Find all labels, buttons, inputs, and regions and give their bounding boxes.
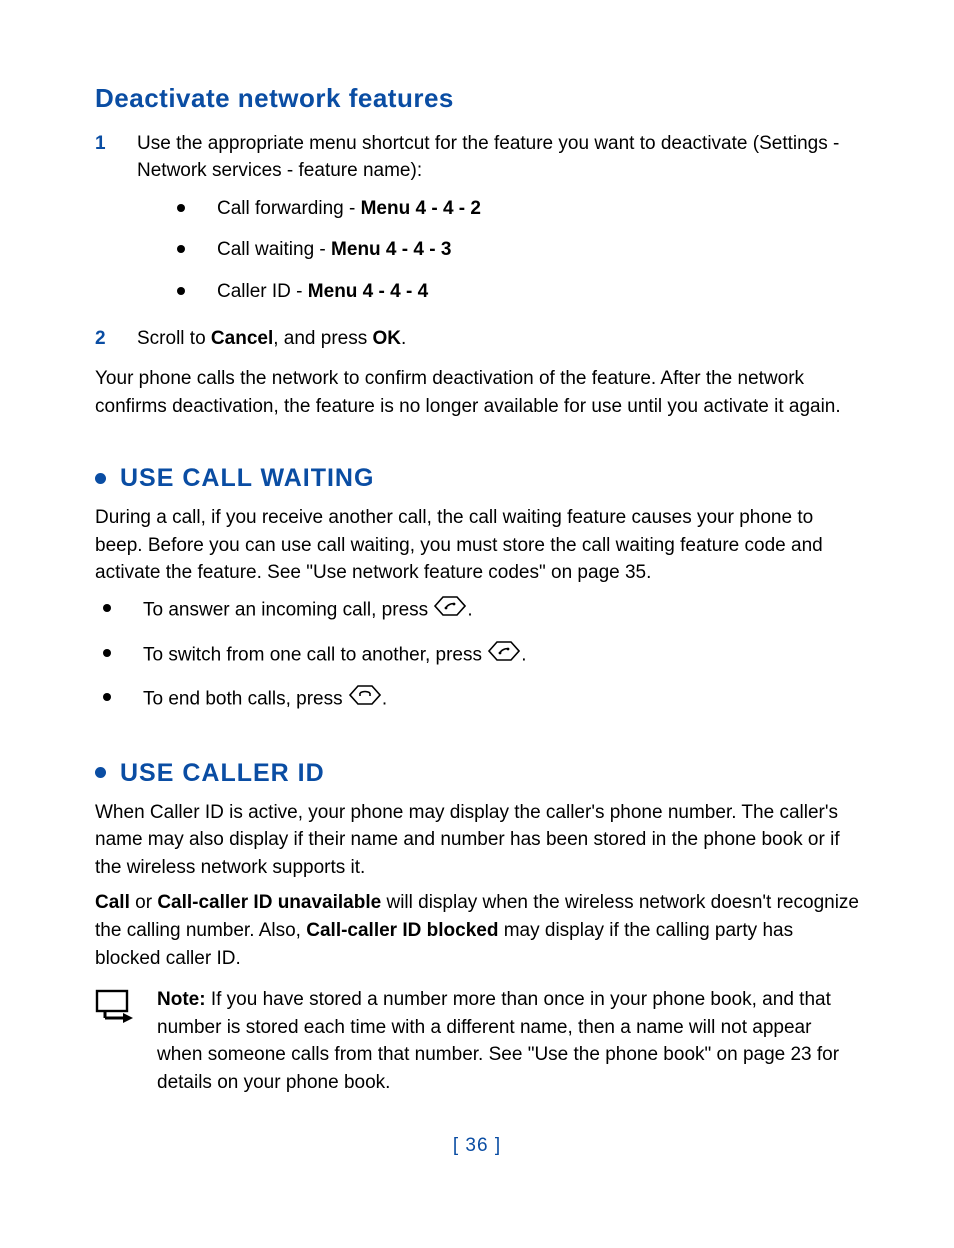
- unavailable-bold: Call-caller ID unavailable: [157, 892, 381, 913]
- action-text: To switch from one call to another, pres…: [143, 644, 487, 665]
- heading-call-waiting: USE CALL WAITING: [95, 460, 859, 496]
- note-arrow-icon: [95, 989, 139, 1032]
- heading-deactivate: Deactivate network features: [95, 80, 859, 118]
- step-2-number: 2: [95, 325, 137, 353]
- menu-shortcut: Menu 4 - 4 - 2: [361, 198, 481, 219]
- deactivate-feature-list: Call forwarding - Menu 4 - 4 - 2 Call wa…: [177, 195, 859, 306]
- action-text: To end both calls, press: [143, 688, 348, 709]
- step-2-body: Scroll to Cancel, and press OK.: [137, 325, 859, 353]
- list-item: To end both calls, press .: [103, 684, 859, 715]
- step-2-pre: Scroll to: [137, 328, 211, 349]
- bullet-icon: [103, 604, 111, 612]
- feature-label: Call waiting -: [217, 239, 331, 260]
- call-bold: Call: [95, 892, 130, 913]
- text-fragment: or: [130, 892, 157, 913]
- list-item: Call forwarding - Menu 4 - 4 - 2: [177, 195, 859, 223]
- bullet-icon: [103, 693, 111, 701]
- bullet-icon: [177, 287, 185, 295]
- call-key-icon: [488, 640, 520, 671]
- caller-id-display-info: Call or Call-caller ID unavailable will …: [95, 889, 859, 972]
- list-item: To answer an incoming call, press .: [103, 595, 859, 626]
- blocked-bold: Call-caller ID blocked: [306, 920, 498, 941]
- section-bullet-icon: [95, 473, 106, 484]
- page-number: [ 36 ]: [95, 1132, 859, 1160]
- step-1: 1 Use the appropriate menu shortcut for …: [95, 130, 859, 320]
- ok-label: OK: [373, 328, 402, 349]
- menu-shortcut: Menu 4 - 4 - 4: [308, 281, 428, 302]
- bullet-icon: [177, 204, 185, 212]
- heading-caller-id: USE CALLER ID: [95, 755, 859, 791]
- deactivate-steps: 1 Use the appropriate menu shortcut for …: [95, 130, 859, 353]
- action-post: .: [382, 688, 387, 709]
- feature-label: Caller ID -: [217, 281, 308, 302]
- note-content: Note: If you have stored a number more t…: [157, 986, 859, 1096]
- section-bullet-icon: [95, 767, 106, 778]
- cancel-label: Cancel: [211, 328, 273, 349]
- action-post: .: [521, 644, 526, 665]
- note-label: Note:: [157, 989, 206, 1010]
- call-key-icon: [434, 595, 466, 626]
- step-2: 2 Scroll to Cancel, and press OK.: [95, 325, 859, 353]
- note-body: If you have stored a number more than on…: [157, 989, 839, 1093]
- deactivate-explanation: Your phone calls the network to confirm …: [95, 365, 859, 420]
- call-waiting-intro: During a call, if you receive another ca…: [95, 504, 859, 587]
- step-1-body: Use the appropriate menu shortcut for th…: [137, 130, 859, 320]
- action-post: .: [467, 599, 472, 620]
- menu-shortcut: Menu 4 - 4 - 3: [331, 239, 451, 260]
- heading-caller-id-text: USE CALLER ID: [120, 755, 325, 791]
- caller-id-intro: When Caller ID is active, your phone may…: [95, 799, 859, 882]
- bullet-icon: [103, 649, 111, 657]
- list-item: Call waiting - Menu 4 - 4 - 3: [177, 236, 859, 264]
- step-1-number: 1: [95, 130, 137, 158]
- note-block: Note: If you have stored a number more t…: [95, 986, 859, 1096]
- call-waiting-actions: To answer an incoming call, press . To s…: [103, 595, 859, 715]
- bullet-icon: [177, 245, 185, 253]
- list-item: To switch from one call to another, pres…: [103, 640, 859, 671]
- step-2-post: .: [401, 328, 406, 349]
- end-key-icon: [349, 684, 381, 715]
- list-item: Caller ID - Menu 4 - 4 - 4: [177, 278, 859, 306]
- heading-call-waiting-text: USE CALL WAITING: [120, 460, 374, 496]
- step-2-mid: , and press: [273, 328, 372, 349]
- step-1-text: Use the appropriate menu shortcut for th…: [137, 133, 839, 182]
- feature-label: Call forwarding -: [217, 198, 361, 219]
- action-text: To answer an incoming call, press: [143, 599, 433, 620]
